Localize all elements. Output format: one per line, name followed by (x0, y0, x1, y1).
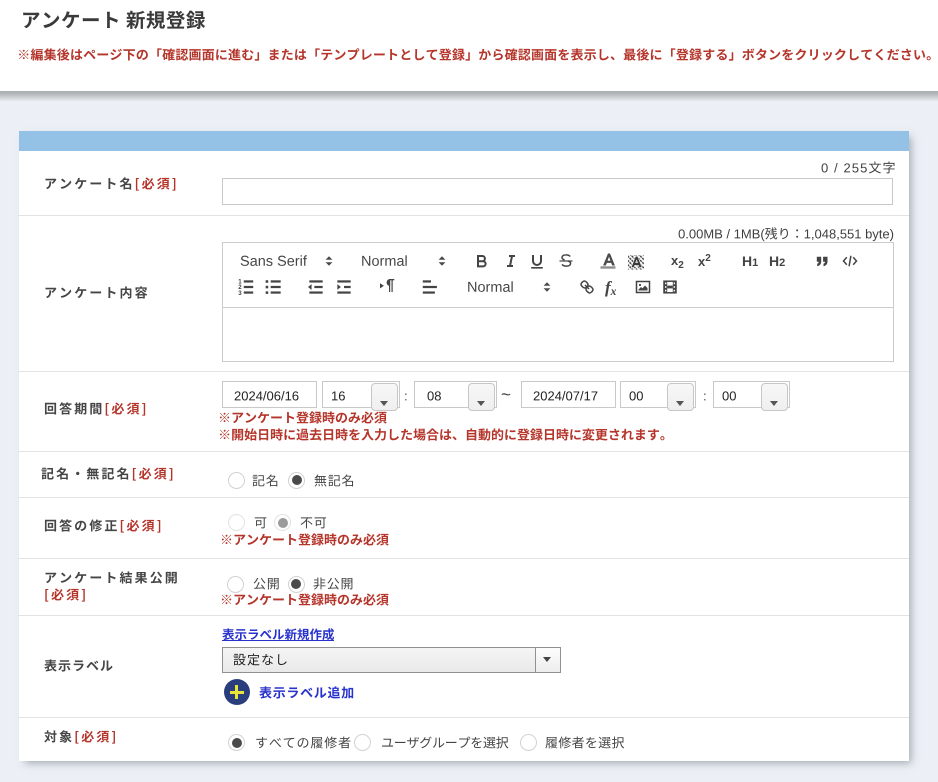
svg-text:3: 3 (238, 290, 242, 297)
